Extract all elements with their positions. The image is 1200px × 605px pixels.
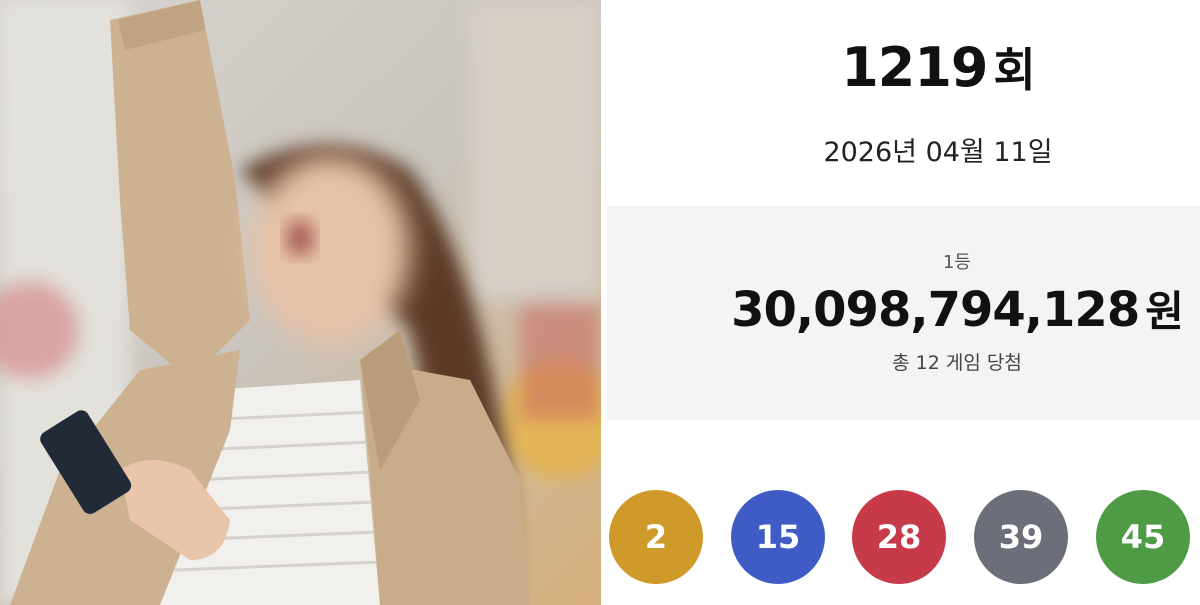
draw-date: 2026년 04월 11일 (823, 137, 1053, 168)
round-unit: 회 (993, 43, 1035, 97)
prize-amount-value: 30,098,794,128 (731, 282, 1140, 338)
round-number: 1219 (841, 36, 988, 99)
celebration-photo (0, 0, 601, 605)
first-prize-box: 1등 30,098,794,128 원 총 12 게임 당첨 (607, 206, 1200, 420)
prize-rank-label: 1등 (942, 252, 971, 273)
lotto-result-panel: 1219 회 2026년 04월 11일 1등 30,098,794,128 원 총… (601, 0, 1200, 605)
prize-amount: 30,098,794,128 원 (607, 278, 1200, 339)
lotto-ball-1: 2 (609, 490, 703, 584)
lotto-ball-5: 45 (1096, 490, 1190, 584)
celebration-photo-illustration (0, 0, 601, 605)
lotto-ball-2: 15 (731, 490, 825, 584)
winners-count-text: 총 12 게임 당첨 (892, 352, 1022, 374)
lotto-ball-3: 28 (852, 490, 946, 584)
winning-numbers: 2 15 28 39 45 (609, 490, 1200, 584)
draw-round: 1219 회 (601, 34, 1200, 100)
prize-currency: 원 (1145, 287, 1184, 336)
lotto-ball-4: 39 (974, 490, 1068, 584)
